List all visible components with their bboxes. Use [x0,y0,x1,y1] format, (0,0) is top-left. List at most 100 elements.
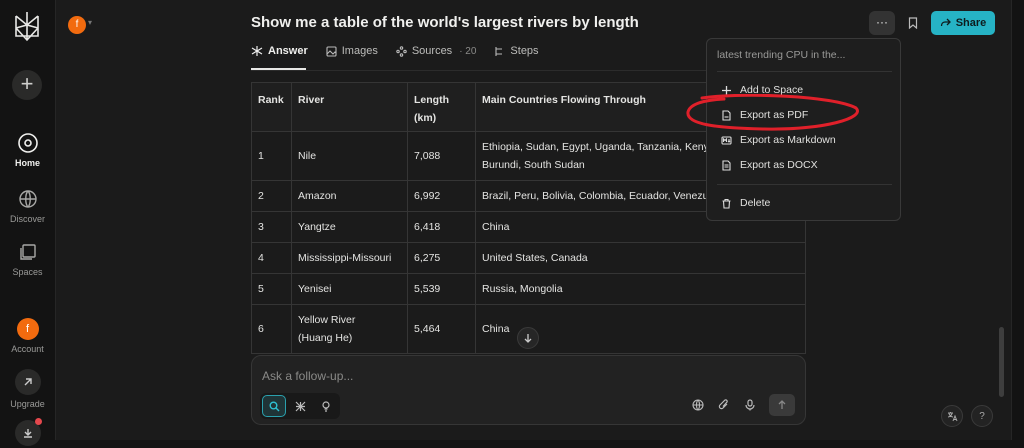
table-cell: 5 [251,273,292,305]
page-title: Show me a table of the world's largest r… [251,14,639,31]
avatar: f [68,16,86,34]
sources-icon [396,45,407,57]
tab-steps[interactable]: Steps [494,45,539,57]
table-cell: 6,992 [407,180,476,212]
menu-item-export-markdown[interactable]: Export as Markdown [721,134,836,146]
result-tabs: Answer Images Sources · 20 Steps [251,45,539,57]
new-thread-button[interactable]: + [12,70,42,100]
menu-item-label: Add to Space [740,84,804,96]
plus-icon [722,85,731,95]
sidebar-item-label: Upgrade [10,399,45,409]
help-button[interactable]: ? [971,405,993,427]
notification-dot [34,418,42,425]
steps-icon [495,46,503,56]
sidebar-item-label: Discover [9,214,45,224]
sidebar-item-spaces[interactable]: Spaces [0,241,55,277]
globe-icon [692,399,704,411]
spaces-icon [19,244,36,260]
menu-item-add-to-space[interactable]: Add to Space [721,84,803,96]
translate-button[interactable] [941,405,963,427]
voice-button[interactable] [743,398,757,412]
menu-divider [717,184,892,185]
more-options-menu: latest trending CPU in the... Add to Spa… [706,38,901,221]
sidebar: + Home Discover Spaces f Account Upgrade [0,0,55,448]
table-cell: 6 [251,304,292,354]
research-mode-button[interactable] [288,395,312,417]
table-cell: Yangtze [291,211,408,243]
attach-button[interactable] [717,398,731,412]
column-header: Rank [251,82,292,132]
table-cell: United States, Canada [475,242,806,274]
arrow-down-icon [524,334,532,343]
table-cell: 4 [251,242,292,274]
table-row: 5 Yenisei 5,539 Russia, Mongolia [251,273,806,305]
labs-mode-button[interactable] [314,395,338,417]
tab-images[interactable]: Images [326,45,378,57]
table-row: 4 Mississippi-Missouri 6,275 United Stat… [251,242,806,274]
share-icon [940,18,951,27]
share-label: Share [955,17,987,29]
table-cell: Nile [291,131,408,181]
table-cell: Mississippi-Missouri [291,242,408,274]
sidebar-item-home[interactable]: Home [0,132,55,168]
table-cell: Russia, Mongolia [475,273,806,305]
sidebar-item-label: Home [14,158,40,168]
sidebar-item-label: Spaces [12,267,43,277]
image-icon [326,45,337,57]
table-cell: 1 [251,131,292,181]
upgrade-arrow-icon [14,369,41,395]
more-options-button[interactable]: ··· [869,11,895,35]
submit-button[interactable] [769,394,795,416]
download-app-button[interactable] [0,418,55,446]
lightbulb-icon [322,400,330,412]
share-button[interactable]: Share [931,11,995,35]
scroll-to-bottom-button[interactable] [517,327,539,349]
trash-icon [722,198,731,209]
answer-icon [251,46,263,56]
perplexity-logo-icon[interactable] [12,10,42,42]
header-actions: ··· Share [869,11,995,35]
table-cell: 6,418 [407,211,476,243]
sources-globe-button[interactable] [691,398,705,412]
tab-answer[interactable]: Answer [251,45,308,57]
table-cell: 6,275 [407,242,476,274]
translate-icon [947,411,957,421]
tab-label: Sources [411,45,453,57]
followup-input[interactable] [262,366,782,386]
docx-file-icon [722,159,731,171]
sidebar-item-account[interactable]: f Account [0,318,55,354]
table-cell: Yenisei [291,273,408,305]
search-mode-button[interactable] [262,395,286,417]
table-cell: 5,539 [407,273,476,305]
download-icon [14,418,42,446]
menu-thread-title: latest trending CPU in the... [717,49,846,61]
followup-box [251,355,806,425]
column-header: Length (km) [407,82,476,132]
table-cell: 5,464 [407,304,476,354]
chevron-down-icon: ▾ [88,18,93,28]
sidebar-item-discover[interactable]: Discover [0,188,55,224]
tab-label: Images [341,45,378,57]
help-icon: ? [979,410,985,422]
bookmark-button[interactable] [903,12,923,34]
globe-icon [18,190,37,208]
tab-label: Answer [268,45,308,57]
menu-item-label: Export as DOCX [740,159,818,171]
sidebar-item-upgrade[interactable]: Upgrade [0,369,55,409]
bookmark-icon [908,17,918,29]
home-search-icon [17,133,38,153]
search-mode-group [260,393,340,419]
table-cell: Amazon [291,180,408,212]
arrow-up-icon [778,400,786,409]
profile-menu[interactable]: f ▾ [68,14,92,34]
tab-sources[interactable]: Sources · 20 [396,45,477,57]
table-cell: 3 [251,211,292,243]
menu-item-export-docx[interactable]: Export as DOCX [721,159,818,171]
sources-count: · 20 [459,45,477,57]
scrollbar-thumb[interactable] [999,327,1004,397]
menu-item-export-pdf[interactable]: Export as PDF [721,109,808,121]
menu-item-delete[interactable]: Delete [721,197,770,209]
cell-line: Yellow River [298,314,356,326]
menu-item-label: Delete [740,197,771,209]
sidebar-item-label: Account [11,344,44,354]
